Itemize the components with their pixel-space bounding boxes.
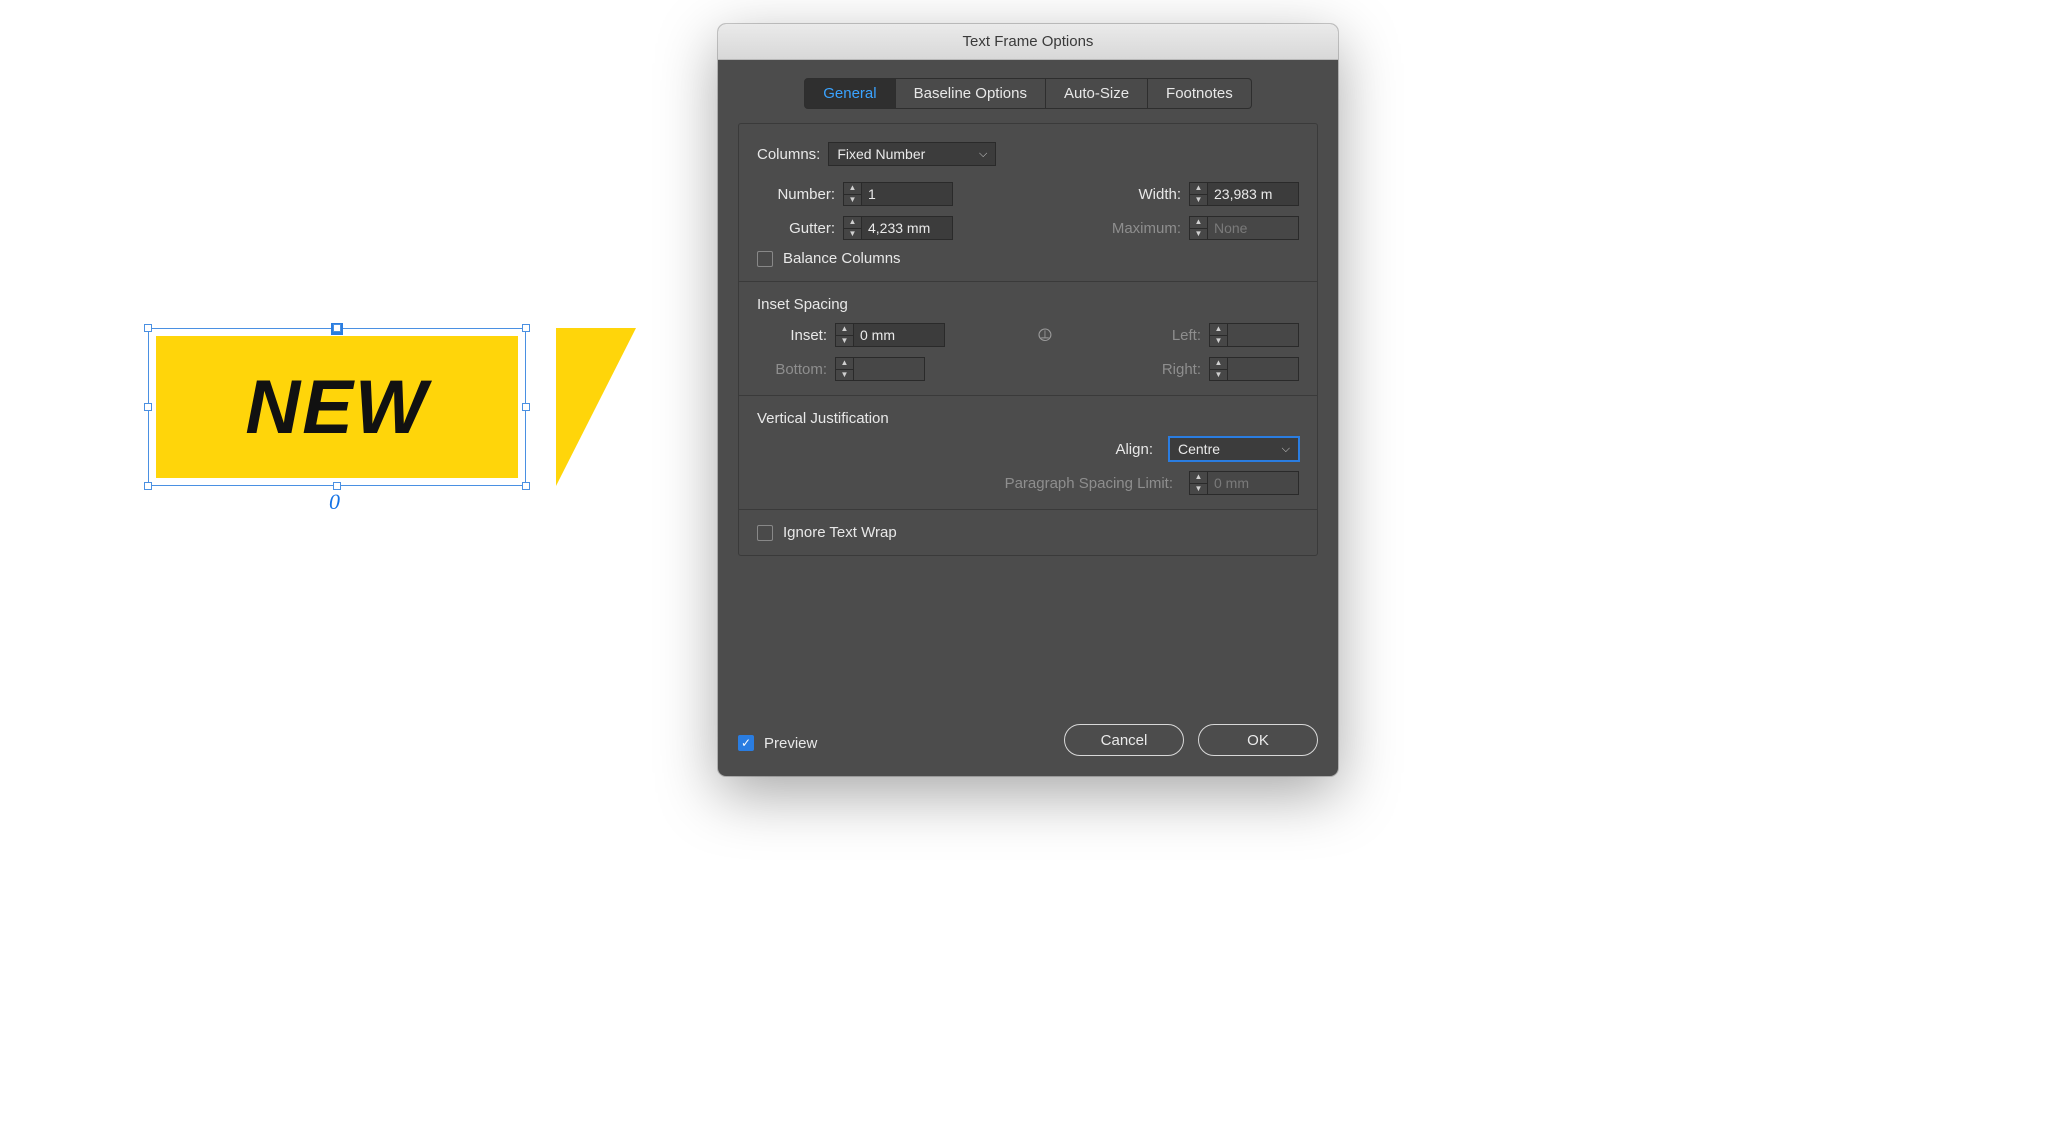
general-group: Columns: Fixed Number ⌵ Number: ▲▼ Width… bbox=[738, 123, 1318, 556]
preview-checkbox[interactable]: ✓ bbox=[738, 735, 754, 751]
width-input[interactable] bbox=[1207, 182, 1299, 206]
right-label: Right: bbox=[1145, 361, 1201, 378]
link-icon[interactable]: ⦹ bbox=[1031, 325, 1059, 346]
left-input bbox=[1227, 323, 1299, 347]
stepper-up-icon: ▲ bbox=[1190, 472, 1207, 483]
stepper-down-icon[interactable]: ▼ bbox=[836, 335, 853, 347]
paragraph-spacing-limit-label: Paragraph Spacing Limit: bbox=[1005, 475, 1173, 492]
stepper-down-icon[interactable]: ▼ bbox=[844, 194, 861, 206]
inset-stepper[interactable]: ▲▼ bbox=[835, 323, 945, 347]
stepper-up-icon: ▲ bbox=[1190, 217, 1207, 228]
right-stepper: ▲▼ bbox=[1209, 357, 1299, 381]
text-frame-selection[interactable]: 0 bbox=[148, 328, 526, 486]
right-input bbox=[1227, 357, 1299, 381]
gutter-input[interactable] bbox=[861, 216, 953, 240]
stepper-up-icon: ▲ bbox=[1210, 358, 1227, 369]
resize-handle-tl[interactable] bbox=[144, 324, 152, 332]
stepper-down-icon: ▼ bbox=[1190, 483, 1207, 495]
gutter-label: Gutter: bbox=[757, 220, 835, 237]
number-label: Number: bbox=[757, 186, 835, 203]
stepper-up-icon: ▲ bbox=[1210, 324, 1227, 335]
inset-input[interactable] bbox=[853, 323, 945, 347]
stepper-up-icon[interactable]: ▲ bbox=[836, 324, 853, 335]
inset-spacing-title: Inset Spacing bbox=[757, 296, 1299, 313]
ignore-text-wrap-label: Ignore Text Wrap bbox=[783, 524, 897, 541]
width-label: Width: bbox=[1111, 186, 1181, 203]
cancel-button[interactable]: Cancel bbox=[1064, 724, 1184, 756]
resize-handle-br[interactable] bbox=[522, 482, 530, 490]
tab-footnotes[interactable]: Footnotes bbox=[1148, 78, 1252, 109]
left-label: Left: bbox=[1145, 327, 1201, 344]
stepper-down-icon: ▼ bbox=[1190, 228, 1207, 240]
dialog-titlebar[interactable]: Text Frame Options bbox=[718, 24, 1338, 60]
maximum-stepper: ▲▼ bbox=[1189, 216, 1299, 240]
stepper-down-icon: ▼ bbox=[1210, 369, 1227, 381]
tab-baseline-options[interactable]: Baseline Options bbox=[896, 78, 1046, 109]
stepper-down-icon: ▼ bbox=[836, 369, 853, 381]
columns-type-select[interactable]: Fixed Number ⌵ bbox=[828, 142, 996, 166]
ok-button[interactable]: OK bbox=[1198, 724, 1318, 756]
align-label: Align: bbox=[1115, 441, 1153, 458]
preview-label: Preview bbox=[764, 735, 817, 752]
resize-handle-bl[interactable] bbox=[144, 482, 152, 490]
columns-type-value: Fixed Number bbox=[837, 146, 925, 162]
resize-handle-ml[interactable] bbox=[144, 403, 152, 411]
width-stepper[interactable]: ▲▼ bbox=[1189, 182, 1299, 206]
stepper-up-icon: ▲ bbox=[836, 358, 853, 369]
text-frame-options-dialog: Text Frame Options General Baseline Opti… bbox=[718, 24, 1338, 776]
maximum-label: Maximum: bbox=[1089, 220, 1181, 237]
stepper-down-icon: ▼ bbox=[1210, 335, 1227, 347]
columns-label: Columns: bbox=[757, 146, 820, 163]
ignore-text-wrap-checkbox[interactable] bbox=[757, 525, 773, 541]
tab-general[interactable]: General bbox=[804, 78, 895, 109]
chevron-down-icon: ⌵ bbox=[1282, 443, 1290, 456]
bottom-input bbox=[853, 357, 925, 381]
triangle-shape bbox=[556, 328, 636, 486]
dialog-title: Text Frame Options bbox=[963, 33, 1094, 50]
paragraph-spacing-limit-input bbox=[1207, 471, 1299, 495]
stepper-up-icon[interactable]: ▲ bbox=[844, 217, 861, 228]
baseline-indicator: 0 bbox=[329, 489, 340, 515]
gutter-stepper[interactable]: ▲▼ bbox=[843, 216, 953, 240]
resize-handle-tm[interactable] bbox=[333, 324, 341, 332]
balance-columns-checkbox[interactable] bbox=[757, 251, 773, 267]
inset-label: Inset: bbox=[757, 327, 827, 344]
number-stepper[interactable]: ▲▼ bbox=[843, 182, 953, 206]
tab-auto-size[interactable]: Auto-Size bbox=[1046, 78, 1148, 109]
bottom-label: Bottom: bbox=[757, 361, 827, 378]
align-value: Centre bbox=[1178, 441, 1220, 457]
left-stepper: ▲▼ bbox=[1209, 323, 1299, 347]
canvas: NEW 0 bbox=[0, 0, 700, 1124]
vertical-justification-title: Vertical Justification bbox=[757, 410, 1299, 427]
stepper-down-icon[interactable]: ▼ bbox=[844, 228, 861, 240]
tabs: General Baseline Options Auto-Size Footn… bbox=[804, 78, 1252, 109]
chevron-down-icon: ⌵ bbox=[979, 148, 987, 161]
balance-columns-label: Balance Columns bbox=[783, 250, 901, 267]
align-select[interactable]: Centre ⌵ bbox=[1169, 437, 1299, 461]
number-input[interactable] bbox=[861, 182, 953, 206]
resize-handle-tr[interactable] bbox=[522, 324, 530, 332]
paragraph-spacing-limit-stepper: ▲▼ bbox=[1189, 471, 1299, 495]
bottom-stepper: ▲▼ bbox=[835, 357, 925, 381]
stepper-up-icon[interactable]: ▲ bbox=[1190, 183, 1207, 194]
stepper-up-icon[interactable]: ▲ bbox=[844, 183, 861, 194]
stepper-down-icon[interactable]: ▼ bbox=[1190, 194, 1207, 206]
resize-handle-mr[interactable] bbox=[522, 403, 530, 411]
maximum-input bbox=[1207, 216, 1299, 240]
